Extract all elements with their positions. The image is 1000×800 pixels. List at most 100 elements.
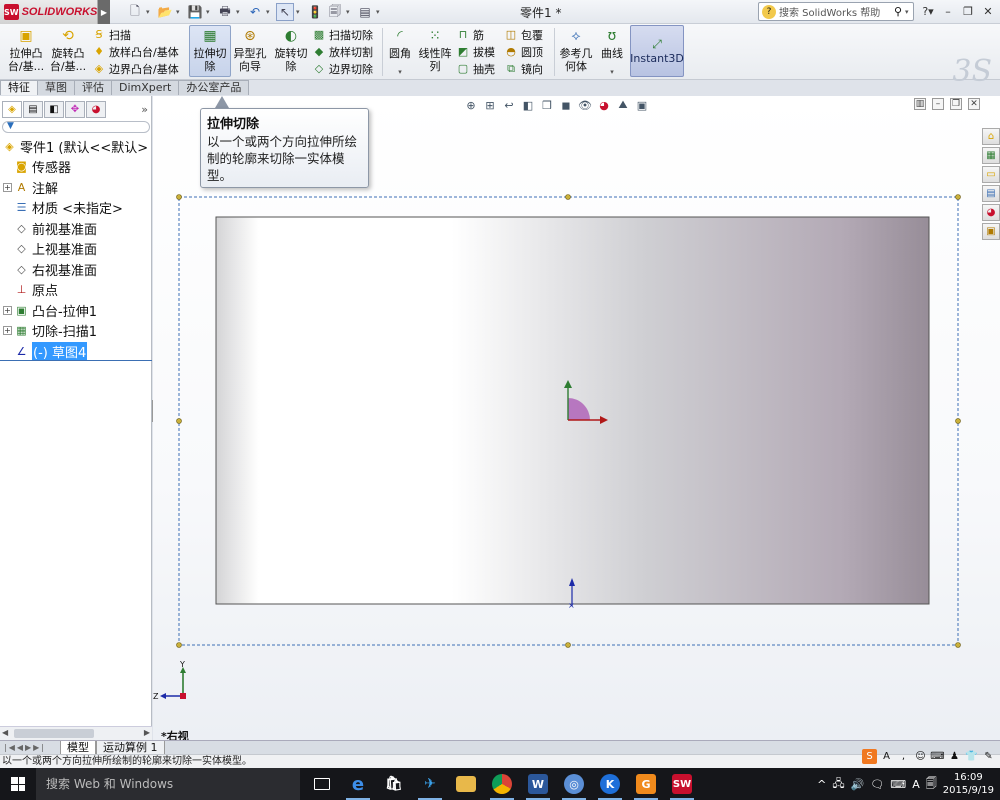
fillet-button[interactable]: ◜ 圆角 ▾ xyxy=(386,26,414,79)
ime-keyboard-icon[interactable]: ⌨ xyxy=(930,749,945,764)
select-dropdown-icon[interactable]: ▾ xyxy=(296,8,304,16)
volume-icon[interactable]: 🔊 xyxy=(851,778,865,791)
expand-toggle-icon[interactable]: + xyxy=(3,305,12,315)
instant3d-button[interactable]: ⤢ Instant3D xyxy=(630,25,684,77)
search-icon[interactable]: ⚲ xyxy=(894,5,902,18)
tab-nav-arrows-icon[interactable]: |◀◀▶▶| xyxy=(0,743,60,752)
file-properties-icon[interactable]: 🗐 xyxy=(326,3,344,21)
undo-dropdown-icon[interactable]: ▾ xyxy=(266,8,274,16)
tree-item[interactable]: ◇ 右视基准面 xyxy=(0,259,152,280)
ime-person-icon[interactable]: ♟ xyxy=(947,749,962,764)
tree-item[interactable]: + ▦ 切除-扫描1 xyxy=(0,321,152,342)
hole-wizard-button[interactable]: ⊛ 异型孔 向导 xyxy=(232,26,268,74)
tree-item[interactable]: ∠ (-) 草图4 xyxy=(0,341,152,362)
taskbar-word[interactable]: W xyxy=(520,768,556,800)
new-dropdown-icon[interactable]: ▾ xyxy=(146,8,154,16)
open-folder-icon[interactable]: 📂 xyxy=(156,3,174,21)
rebuild-icon[interactable]: 🚦 xyxy=(306,3,324,21)
menu-expand-arrow-icon[interactable]: ▶ xyxy=(98,0,110,24)
extrude-cut-button[interactable]: ▦ 拉伸切 除 xyxy=(189,25,231,77)
boundary-cut-button[interactable]: ◇ 边界切除 xyxy=(312,60,373,77)
taskbar-store[interactable]: 🛍 xyxy=(376,768,412,800)
open-dropdown-icon[interactable]: ▾ xyxy=(176,8,184,16)
taskbar-edge[interactable]: e xyxy=(340,768,376,800)
print-dropdown-icon[interactable]: ▾ xyxy=(236,8,244,16)
more-tabs-chevron-icon[interactable]: » xyxy=(141,103,148,116)
taskbar-search-input[interactable]: 搜索 Web 和 Windows xyxy=(36,768,300,800)
ime-tools-icon[interactable]: ✎ xyxy=(981,749,996,764)
network-icon[interactable]: 🖧 xyxy=(832,775,844,794)
scroll-right-arrow-icon[interactable]: ▶ xyxy=(144,728,150,737)
ime-shirt-icon[interactable]: 👕 xyxy=(964,749,979,764)
ime-language-icon[interactable]: A xyxy=(879,749,894,764)
save-dropdown-icon[interactable]: ▾ xyxy=(206,8,214,16)
options-dropdown-icon[interactable]: ▾ xyxy=(376,8,384,16)
help-icon[interactable]: ?▾ xyxy=(920,3,936,19)
undo-icon[interactable]: ↶ xyxy=(246,3,264,21)
swept-cut-button[interactable]: ▩ 扫描切除 xyxy=(312,26,373,43)
curves-dropdown-icon[interactable]: ▾ xyxy=(608,66,616,79)
tree-item[interactable]: ⊥ 原点 xyxy=(0,280,152,301)
tab-office-products[interactable]: 办公室产品 xyxy=(178,80,250,95)
action-center-icon[interactable]: 🗨 xyxy=(870,778,884,791)
feature-tree-tab-icon[interactable]: ◈ xyxy=(2,100,22,118)
ime-mode-indicator[interactable]: A xyxy=(912,778,920,791)
dimxpert-manager-tab-icon[interactable]: ✥ xyxy=(65,100,85,118)
lofted-cut-button[interactable]: ◆ 放样切割 xyxy=(312,43,373,60)
tab-dimxpert[interactable]: DimXpert xyxy=(111,80,180,95)
rollback-bar[interactable] xyxy=(0,360,152,361)
wrap-button[interactable]: ◫ 包覆 xyxy=(504,26,543,43)
minimize-icon[interactable]: – xyxy=(940,3,956,19)
close-icon[interactable]: ✕ xyxy=(980,3,996,19)
tab-sketch[interactable]: 草图 xyxy=(37,80,75,95)
taskbar-kugou[interactable]: K xyxy=(592,768,628,800)
taskbar-screenshot-tool[interactable]: G xyxy=(628,768,664,800)
taskbar-file-explorer[interactable] xyxy=(448,768,484,800)
new-document-icon[interactable]: 🗋 xyxy=(126,3,144,21)
ime-punctuation-icon[interactable]: , xyxy=(896,749,911,764)
curves-button[interactable]: ʊ 曲线 ▾ xyxy=(598,26,626,79)
properties-dropdown-icon[interactable]: ▾ xyxy=(346,8,354,16)
extrude-boss-button[interactable]: ▣ 拉伸凸 台/基... xyxy=(6,26,46,74)
taskbar-clock[interactable]: 16:09 2015/9/19 xyxy=(943,771,994,797)
save-icon[interactable]: 💾 xyxy=(186,3,204,21)
tree-item[interactable]: ◇ 前视基准面 xyxy=(0,218,152,239)
tray-expand-chevron-icon[interactable]: ^ xyxy=(817,778,826,791)
restore-icon[interactable]: ❐ xyxy=(960,3,976,19)
display-manager-tab-icon[interactable]: ◕ xyxy=(86,100,106,118)
loft-boss-button[interactable]: ♦ 放样凸台/基体 xyxy=(92,43,179,60)
sogou-ime-icon[interactable]: S xyxy=(862,748,877,764)
expand-toggle-icon[interactable]: + xyxy=(3,182,12,192)
configuration-manager-tab-icon[interactable]: ◧ xyxy=(44,100,64,118)
tree-item[interactable]: ◙ 传感器 xyxy=(0,157,152,178)
taskbar-solidworks[interactable]: SW xyxy=(664,768,700,800)
revolve-cut-button[interactable]: ◐ 旋转切 除 xyxy=(272,26,310,74)
scroll-thumb[interactable] xyxy=(14,729,94,738)
tab-motion-study[interactable]: 运动算例 1 xyxy=(96,740,165,755)
task-view-button[interactable] xyxy=(304,768,340,800)
boundary-boss-button[interactable]: ◈ 边界凸台/基体 xyxy=(92,60,179,77)
draft-button[interactable]: ◩ 拔模 xyxy=(456,43,495,60)
help-search-input[interactable]: 搜索 SolidWorks 帮助 xyxy=(779,4,894,19)
property-manager-tab-icon[interactable]: ▤ xyxy=(23,100,43,118)
rib-button[interactable]: ⊓ 筋 xyxy=(456,26,484,43)
taskbar-chrome[interactable] xyxy=(484,768,520,800)
ime-emoji-icon[interactable]: ☺ xyxy=(913,749,928,764)
expand-toggle-icon[interactable]: + xyxy=(3,326,12,336)
sweep-button[interactable]: Ꞩ 扫描 xyxy=(92,26,132,43)
select-pointer-icon[interactable]: ↖ xyxy=(276,3,294,21)
shell-button[interactable]: ▢ 抽壳 xyxy=(456,60,495,77)
tree-item[interactable]: + A 注解 xyxy=(0,177,152,198)
fillet-dropdown-icon[interactable]: ▾ xyxy=(396,66,404,79)
tree-filter-input[interactable]: ▼ xyxy=(2,121,150,133)
tree-horizontal-scrollbar[interactable]: ◀ ▶ xyxy=(0,726,152,740)
mirror-button[interactable]: ⧉ 镜向 xyxy=(504,60,543,77)
tree-item[interactable]: + ▣ 凸台-拉伸1 xyxy=(0,300,152,321)
options-icon[interactable]: ▤ xyxy=(356,3,374,21)
tab-model[interactable]: 模型 xyxy=(60,740,96,755)
taskbar-paint[interactable]: ◎ xyxy=(556,768,592,800)
tree-item[interactable]: ☰ 材质 <未指定> xyxy=(0,198,152,219)
taskbar-feiq[interactable]: ✈ xyxy=(412,768,448,800)
tree-root-part[interactable]: ◈ 零件1 (默认<<默认> xyxy=(0,136,152,157)
tree-item[interactable]: ◇ 上视基准面 xyxy=(0,239,152,260)
